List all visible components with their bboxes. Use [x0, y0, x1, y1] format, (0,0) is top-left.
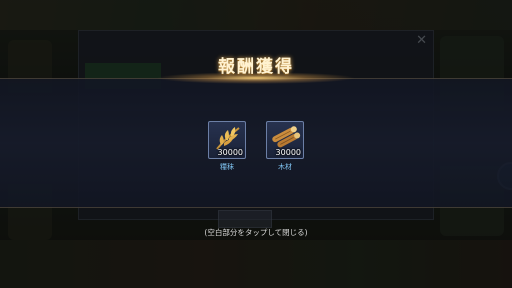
reward-item-frame[interactable]: 30000: [208, 121, 246, 159]
reward-name: 木材: [278, 163, 292, 171]
reward-title: 報酬獲得: [218, 57, 294, 77]
reward-panel: [0, 78, 512, 208]
tap-to-close-hint: (空白部分をタップして閉じる): [204, 228, 308, 237]
reward-item-frame[interactable]: 30000: [266, 121, 304, 159]
reward-name: 糧秣: [220, 163, 234, 171]
reward-count: 30000: [275, 148, 301, 157]
reward-item[interactable]: 30000 糧秣: [208, 121, 246, 172]
reward-count: 30000: [217, 148, 243, 157]
reward-item[interactable]: 30000 木材: [266, 121, 304, 172]
